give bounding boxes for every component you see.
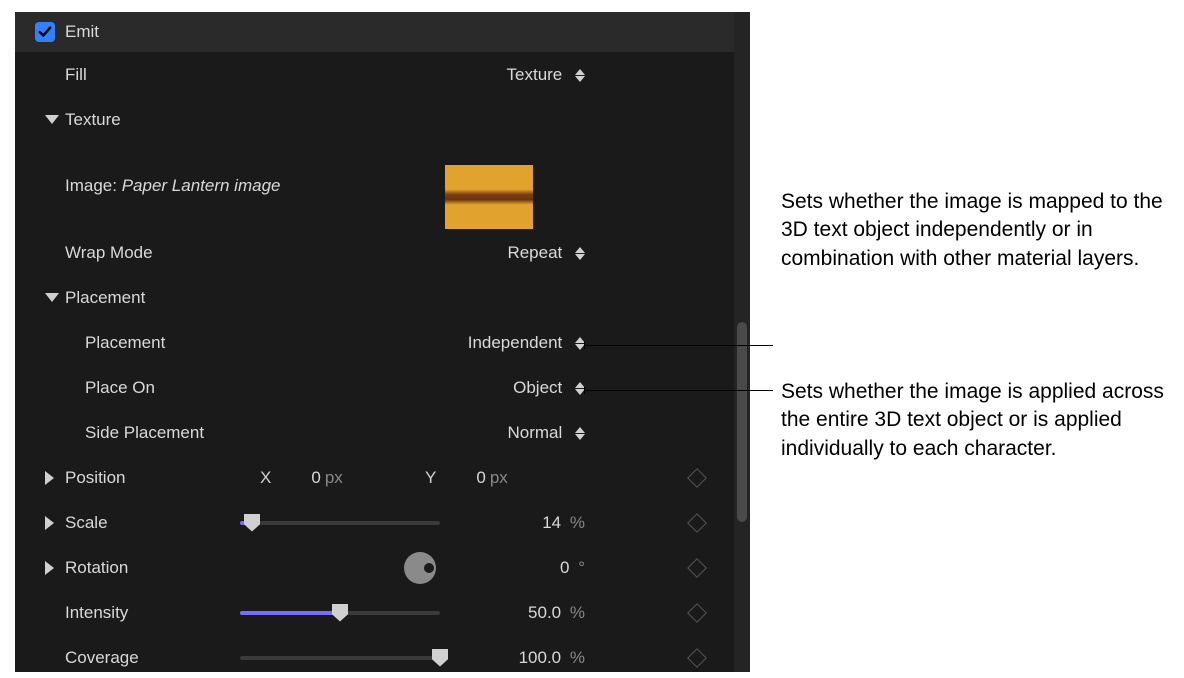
placement-row: Placement Independent (15, 320, 734, 365)
inspector-panel: Emit Fill Texture Texture Image: Paper L… (15, 12, 750, 672)
scale-slider[interactable] (240, 521, 440, 525)
intensity-label: Intensity (65, 603, 128, 623)
placement-label: Placement (85, 333, 165, 353)
updown-icon (575, 68, 585, 83)
coverage-value: 100.0 (519, 648, 562, 667)
callout-lead-line (585, 345, 773, 346)
image-name: Paper Lantern image (122, 176, 281, 195)
slider-thumb-icon[interactable] (332, 604, 348, 622)
disclosure-triangle-icon[interactable] (45, 516, 54, 530)
place-on-popup[interactable]: Object (435, 378, 585, 398)
side-placement-label: Side Placement (85, 423, 204, 443)
placement-value: Independent (468, 333, 563, 352)
coverage-slider[interactable] (240, 656, 440, 660)
position-x-value: 0 (311, 468, 320, 488)
coverage-label: Coverage (65, 648, 139, 668)
position-x-label: X (260, 468, 271, 488)
place-on-row: Place On Object (15, 365, 734, 410)
scale-value-field[interactable]: 14 % (455, 513, 585, 533)
image-row: Image: Paper Lantern image (15, 142, 734, 230)
rotation-label: Rotation (65, 558, 128, 578)
keyframe-diamond-icon[interactable] (687, 468, 707, 488)
position-x-unit: px (325, 468, 343, 488)
slider-thumb-icon[interactable] (432, 649, 448, 667)
scale-row: Scale 14 % (15, 500, 734, 545)
fill-row: Fill Texture (15, 52, 734, 97)
updown-icon (575, 246, 585, 261)
wrap-mode-row: Wrap Mode Repeat (15, 230, 734, 275)
coverage-row: Coverage 100.0 % (15, 635, 734, 672)
scale-label: Scale (65, 513, 108, 533)
position-y-field[interactable]: Y 0 px (425, 468, 508, 488)
disclosure-triangle-icon[interactable] (45, 561, 54, 575)
callout-placement: Sets whether the image is mapped to the … (781, 188, 1181, 273)
scrollbar-track (734, 12, 750, 672)
fill-label: Fill (65, 65, 87, 85)
position-row: Position X 0 px Y 0 px (15, 455, 734, 500)
place-on-value: Object (513, 378, 562, 397)
place-on-label: Place On (85, 378, 155, 398)
emit-header-row: Emit (15, 12, 734, 52)
placement-section-row[interactable]: Placement (15, 275, 734, 320)
position-x-field[interactable]: X 0 px (260, 468, 343, 488)
emit-checkbox[interactable] (35, 22, 55, 42)
texture-section-row[interactable]: Texture (15, 97, 734, 142)
texture-image-well[interactable] (445, 165, 533, 229)
position-y-value: 0 (476, 468, 485, 488)
side-placement-popup[interactable]: Normal (435, 423, 585, 443)
rotation-row: Rotation 0 ° (15, 545, 734, 590)
position-y-label: Y (425, 468, 436, 488)
placement-section-label: Placement (65, 288, 145, 308)
disclosure-triangle-icon[interactable] (45, 471, 54, 485)
updown-icon (575, 426, 585, 441)
disclosure-triangle-icon (45, 115, 59, 124)
position-label: Position (65, 468, 125, 488)
keyframe-diamond-icon[interactable] (687, 603, 707, 623)
image-label: Image: Paper Lantern image (65, 176, 280, 196)
keyframe-diamond-icon[interactable] (687, 558, 707, 578)
scale-unit: % (570, 513, 585, 532)
intensity-row: Intensity 50.0 % (15, 590, 734, 635)
rotation-value-field[interactable]: 0 ° (455, 558, 585, 578)
emit-label: Emit (65, 22, 99, 42)
callout-lead-line (585, 390, 773, 391)
keyframe-diamond-icon[interactable] (687, 513, 707, 533)
fill-value: Texture (507, 65, 563, 84)
coverage-value-field[interactable]: 100.0 % (455, 648, 585, 668)
fill-popup[interactable]: Texture (435, 65, 585, 85)
scrollbar-thumb[interactable] (737, 322, 747, 522)
rotation-value: 0 (560, 558, 569, 577)
disclosure-triangle-icon (45, 293, 59, 302)
intensity-unit: % (570, 603, 585, 622)
coverage-unit: % (570, 648, 585, 667)
side-placement-row: Side Placement Normal (15, 410, 734, 455)
intensity-value-field[interactable]: 50.0 % (455, 603, 585, 623)
scale-value: 14 (542, 513, 561, 532)
keyframe-diamond-icon[interactable] (687, 648, 707, 668)
wrap-mode-value: Repeat (507, 243, 562, 262)
placement-popup[interactable]: Independent (435, 333, 585, 353)
rotation-dial[interactable] (404, 552, 436, 584)
intensity-slider[interactable] (240, 611, 440, 615)
slider-thumb-icon[interactable] (244, 514, 260, 532)
rotation-unit: ° (578, 558, 585, 577)
callout-place-on: Sets whether the image is applied across… (781, 378, 1181, 463)
image-label-prefix: Image: (65, 176, 122, 195)
position-y-unit: px (490, 468, 508, 488)
check-icon (38, 25, 52, 39)
texture-section-label: Texture (65, 110, 121, 130)
intensity-value: 50.0 (528, 603, 561, 622)
wrap-mode-label: Wrap Mode (65, 243, 153, 263)
side-placement-value: Normal (507, 423, 562, 442)
wrap-mode-popup[interactable]: Repeat (435, 243, 585, 263)
